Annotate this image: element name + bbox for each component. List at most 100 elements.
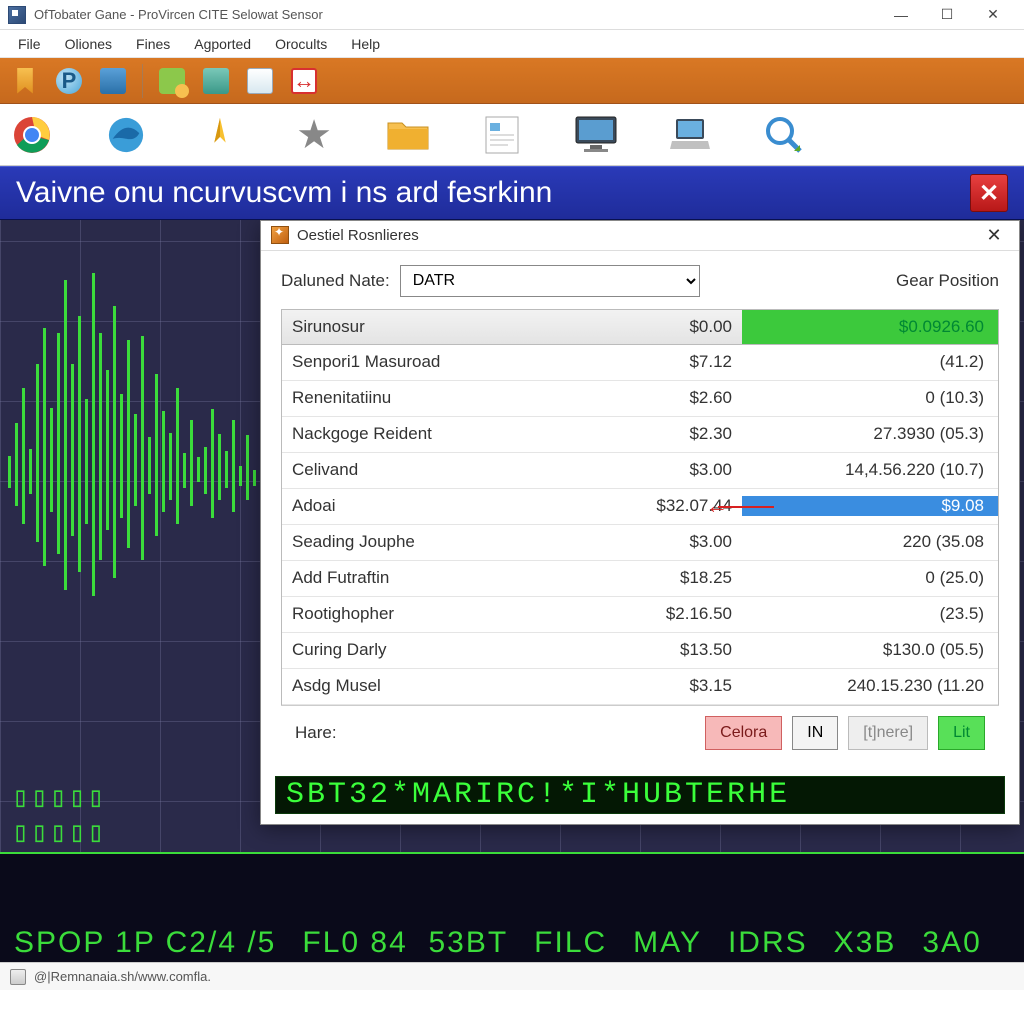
row-position: $130.0 (05.5): [742, 640, 998, 660]
swap-icon[interactable]: ↔: [289, 66, 319, 96]
page-icon[interactable]: [480, 113, 524, 157]
bookmark-icon[interactable]: [10, 66, 40, 96]
folder-icon[interactable]: [386, 113, 430, 157]
dialog-title: Oestiel Rosnlieres: [297, 227, 419, 244]
dialog-close-button[interactable]: ✕: [979, 225, 1009, 246]
table-row[interactable]: Asdg Musel$3.15240.15.230 (11.20: [282, 669, 998, 705]
squares-icon[interactable]: [201, 66, 231, 96]
sheet-icon[interactable]: [245, 66, 275, 96]
table-row[interactable]: Adoai$32.07.44$9.08←: [282, 489, 998, 525]
window-title: OfTobater Gane - ProVircen CITE Selowat …: [34, 7, 323, 22]
star-icon[interactable]: ★: [292, 113, 336, 157]
row-name: Seading Jouphe: [282, 532, 582, 552]
main-area: ▯▯▯▯▯▯▯▯▯▯ Oestiel Rosnlieres ✕ Daluned …: [0, 220, 1024, 962]
menu-orocults[interactable]: Orocults: [263, 32, 339, 56]
row-name: Nackgoge Reident: [282, 424, 582, 444]
menubar: File Oliones Fines Agported Orocults Hel…: [0, 30, 1024, 58]
status-strip: SPOP 1P C2/4 /5 FL0 84 53BT FILC MAY IDR…: [0, 852, 1024, 962]
celora-button[interactable]: Celora: [705, 716, 782, 750]
dialog-icon: [271, 226, 289, 244]
monitor-icon[interactable]: [574, 113, 618, 157]
dialog-window: Oestiel Rosnlieres ✕ Daluned Nate: DATR …: [260, 220, 1020, 825]
card-icon[interactable]: [98, 66, 128, 96]
row-position: (23.5): [742, 604, 998, 624]
row-position: 0 (10.3): [742, 388, 998, 408]
laptop-icon[interactable]: [668, 113, 712, 157]
status-cell: MAY: [633, 926, 702, 959]
banner-close-button[interactable]: ✕: [970, 174, 1008, 212]
row-position: 0 (25.0): [742, 568, 998, 588]
row-position: 220 (35.08: [742, 532, 998, 552]
row-value: $2.60: [582, 388, 742, 408]
secondary-toolbar: ★: [0, 104, 1024, 166]
minimize-button[interactable]: —: [878, 0, 924, 30]
table-body: Senpori1 Masuroad$7.12(41.2)Renenitatiin…: [281, 345, 999, 705]
status-cell: IDRS: [728, 926, 808, 959]
header-value: $0.00: [582, 317, 742, 337]
gear-position-label: Gear Position: [896, 271, 999, 291]
waveform-chart: [0, 280, 260, 660]
field-label: Daluned Nate:: [281, 271, 390, 291]
digital-readout: SBT32*MARIRC!*I*HUBTERHE: [275, 776, 1005, 814]
banner-text: Vaivne onu ncurvuscvm i ns ard fesrkinn: [16, 176, 552, 210]
menu-fines[interactable]: Fines: [124, 32, 182, 56]
row-name: Renenitatiinu: [282, 388, 582, 408]
status-cell: FILC: [534, 926, 607, 959]
table-row[interactable]: Senpori1 Masuroad$7.12(41.2): [282, 345, 998, 381]
row-value: $3.00: [582, 532, 742, 552]
table-row[interactable]: Curing Darly$13.50$130.0 (05.5): [282, 633, 998, 669]
dialog-filter-row: Daluned Nate: DATR Gear Position: [281, 265, 999, 297]
table-row[interactable]: Rootighopher$2.16.50(23.5): [282, 597, 998, 633]
row-value: $7.12: [582, 352, 742, 372]
table-header: Sirunosur $0.00 $0.0926.60: [281, 309, 999, 345]
dialog-titlebar[interactable]: Oestiel Rosnlieres ✕: [261, 221, 1019, 251]
arrow-icon: ←: [706, 493, 728, 519]
row-position: (41.2): [742, 352, 998, 372]
app-icon: [8, 6, 26, 24]
hare-label: Hare:: [295, 723, 337, 743]
chrome-icon[interactable]: [10, 113, 54, 157]
menu-oliones[interactable]: Oliones: [53, 32, 124, 56]
status-cell: FL0 84 53BT: [302, 926, 508, 959]
row-value: $2.16.50: [582, 604, 742, 624]
close-button[interactable]: ✕: [970, 0, 1016, 30]
footer-text: @|Remnanaia.sh/www.comfla.: [34, 969, 211, 984]
menu-help[interactable]: Help: [339, 32, 392, 56]
dialog-body: Daluned Nate: DATR Gear Position Sirunos…: [261, 251, 1019, 770]
footer-icon: [10, 969, 26, 985]
footer-bar: @|Remnanaia.sh/www.comfla.: [0, 962, 1024, 990]
globe-p-icon[interactable]: P: [54, 66, 84, 96]
status-cell: SPOP 1P C2/4 /5: [14, 926, 276, 959]
table-row[interactable]: Add Futraftin$18.250 (25.0): [282, 561, 998, 597]
row-name: Celivand: [282, 460, 582, 480]
row-name: Asdg Musel: [282, 676, 582, 696]
titlebar: OfTobater Gane - ProVircen CITE Selowat …: [0, 0, 1024, 30]
compass-icon[interactable]: [198, 113, 242, 157]
in-button[interactable]: IN: [792, 716, 838, 750]
nate-select[interactable]: DATR: [400, 265, 700, 297]
menu-file[interactable]: File: [6, 32, 53, 56]
row-value: $13.50: [582, 640, 742, 660]
row-position: 240.15.230 (11.20: [742, 676, 998, 696]
status-cell: 3A0: [922, 926, 981, 959]
table-row[interactable]: Celivand$3.0014,4.56.220 (10.7): [282, 453, 998, 489]
maximize-button[interactable]: ☐: [924, 0, 970, 30]
header-position: $0.0926.60: [742, 310, 998, 344]
tnere-button[interactable]: [t]nere]: [848, 716, 928, 750]
table-row[interactable]: Nackgoge Reident$2.3027.3930 (05.3): [282, 417, 998, 453]
banner: Vaivne onu ncurvuscvm i ns ard fesrkinn …: [0, 166, 1024, 220]
row-name: Curing Darly: [282, 640, 582, 660]
table-row[interactable]: Renenitatiinu$2.600 (10.3): [282, 381, 998, 417]
row-name: Add Futraftin: [282, 568, 582, 588]
row-position: 14,4.56.220 (10.7): [742, 460, 998, 480]
row-position: $9.08←: [742, 496, 998, 516]
table-row[interactable]: Seading Jouphe$3.00220 (35.08: [282, 525, 998, 561]
menu-agported[interactable]: Agported: [182, 32, 263, 56]
lit-button[interactable]: Lit: [938, 716, 985, 750]
edge-icon[interactable]: [104, 113, 148, 157]
row-name: Rootighopher: [282, 604, 582, 624]
row-name: Senpori1 Masuroad: [282, 352, 582, 372]
zoom-icon[interactable]: [762, 113, 806, 157]
gear-badge-icon[interactable]: [157, 66, 187, 96]
row-position: 27.3930 (05.3): [742, 424, 998, 444]
